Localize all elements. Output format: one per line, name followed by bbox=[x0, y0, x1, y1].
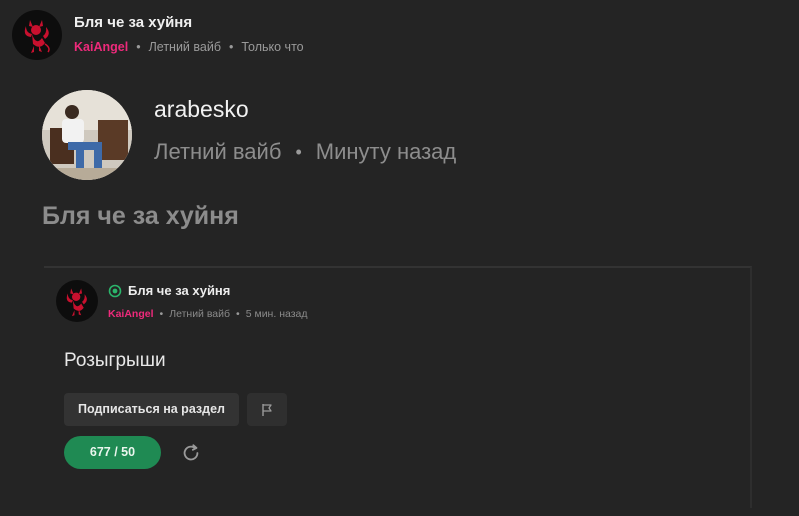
quote-meta: Летний вайб • Минуту назад bbox=[154, 139, 456, 165]
quote-block: arabesko Летний вайб • Минуту назад Бля … bbox=[42, 90, 752, 231]
separator: • bbox=[236, 308, 240, 320]
report-button[interactable] bbox=[246, 393, 287, 426]
embed-author-avatar[interactable] bbox=[56, 280, 98, 322]
embedded-post-card: Бля че за хуйня KaiAngel • Летний вайб •… bbox=[44, 266, 752, 508]
counter-row: 677 / 50 bbox=[64, 436, 203, 469]
separator: • bbox=[136, 40, 141, 54]
section-title: Розыгрыши bbox=[64, 350, 166, 371]
subscribe-section-button[interactable]: Подписаться на раздел bbox=[64, 393, 239, 426]
embed-header: Бля че за хуйня KaiAngel • Летний вайб •… bbox=[56, 280, 308, 322]
separator: • bbox=[228, 40, 234, 54]
separator: • bbox=[295, 141, 302, 162]
action-row: Подписаться на раздел bbox=[64, 393, 287, 426]
post-meta: KaiAngel • Летний вайб • Только что bbox=[74, 40, 304, 54]
quote-category[interactable]: Летний вайб bbox=[154, 139, 281, 165]
user-photo-avatar[interactable] bbox=[42, 90, 132, 180]
user-photo-image bbox=[42, 90, 132, 180]
post-title[interactable]: Бля че за хуйня bbox=[74, 14, 304, 31]
post-author[interactable]: KaiAngel bbox=[74, 40, 128, 54]
post-category[interactable]: Летний вайб bbox=[149, 40, 221, 54]
embed-author[interactable]: KaiAngel bbox=[108, 308, 154, 320]
devil-avatar-icon bbox=[24, 20, 50, 53]
embed-category[interactable]: Летний вайб bbox=[169, 308, 230, 320]
refresh-button[interactable] bbox=[179, 441, 203, 465]
post-header: Бля че за хуйня KaiAngel • Летний вайб •… bbox=[12, 10, 304, 60]
embed-title[interactable]: Бля че за хуйня bbox=[128, 283, 230, 298]
embed-time: 5 мин. назад bbox=[245, 308, 308, 320]
devil-avatar-icon bbox=[66, 288, 87, 317]
online-status-icon bbox=[108, 284, 122, 297]
quote-text: Бля че за хуйня bbox=[42, 202, 239, 230]
flag-icon bbox=[262, 403, 272, 416]
quote-time: Минуту назад bbox=[315, 139, 457, 164]
quote-username[interactable]: arabesko bbox=[154, 96, 456, 123]
post-time: Только что bbox=[241, 40, 304, 54]
separator: • bbox=[159, 308, 164, 320]
refresh-icon bbox=[183, 443, 199, 460]
embed-meta: KaiAngel • Летний вайб • 5 мин. назад bbox=[108, 308, 308, 320]
author-avatar[interactable] bbox=[12, 10, 62, 60]
participants-counter[interactable]: 677 / 50 bbox=[64, 436, 161, 469]
